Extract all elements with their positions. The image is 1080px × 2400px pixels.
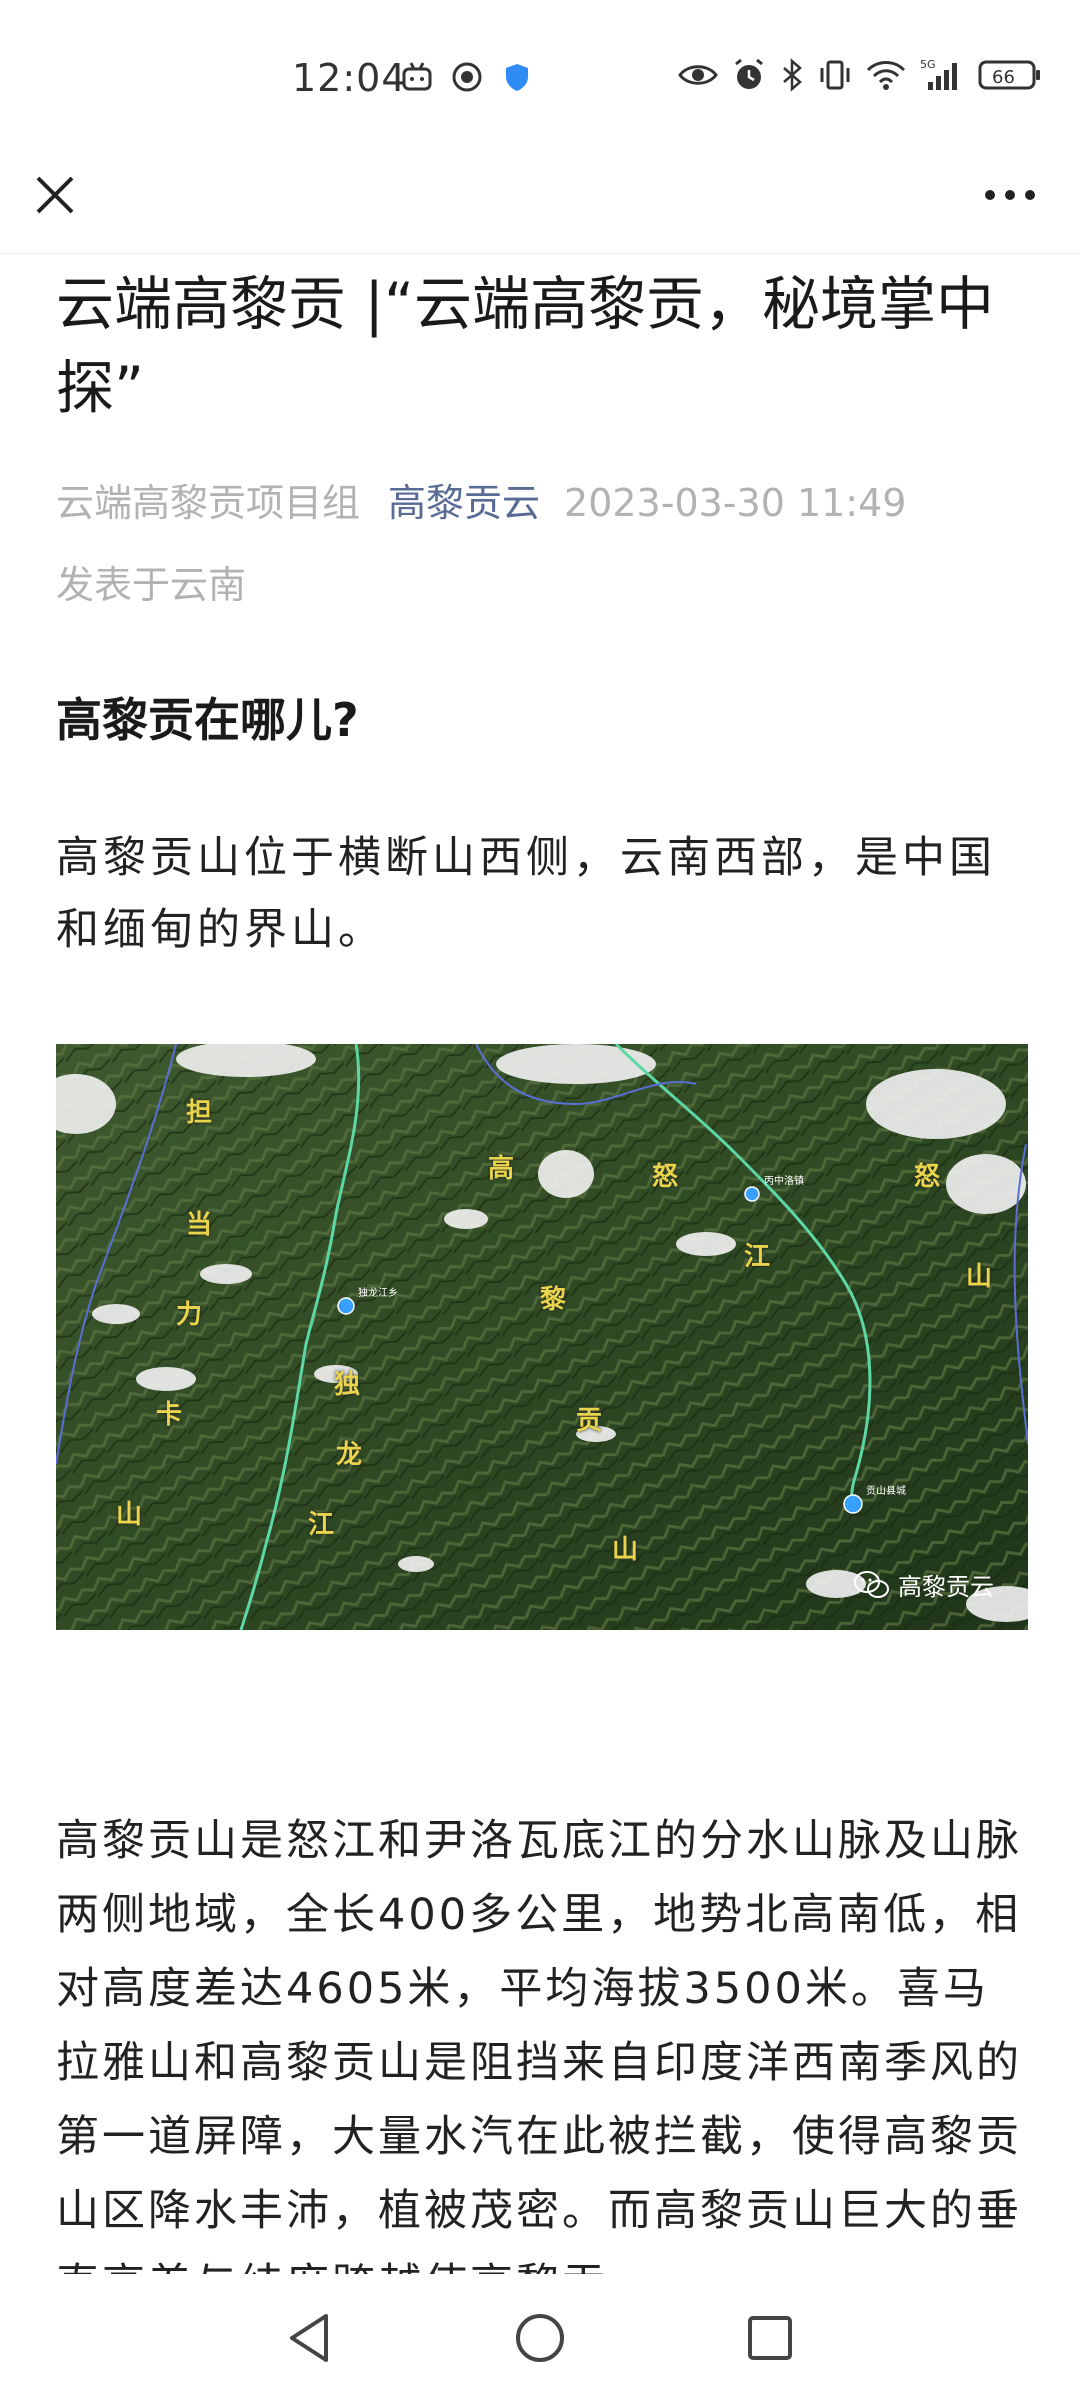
back-triangle-icon[interactable] [282,2310,338,2366]
map-label: 当 [186,1210,213,1240]
home-circle-icon[interactable] [512,2310,568,2366]
article-meta: 云端高黎贡项目组 高黎贡云 2023-03-30 11:49 发表于云南 [56,462,1046,626]
more-icon[interactable] [980,180,1040,210]
bluetooth-icon [783,58,802,92]
record-icon [452,62,482,92]
terrain-map-image[interactable]: 担 当 力 卡 山 独 龙 江 高 黎 贡 山 怒 江 怒 山 独龙江乡 丙中洛… [56,1044,1028,1630]
article-content: 云端高黎贡 |“云端高黎贡，秘境掌中探” 云端高黎贡项目组 高黎贡云 2023-03… [0,254,1080,2274]
alarm-icon [735,58,763,89]
map-label: 山 [116,1500,143,1530]
map-label: 怒 [652,1162,679,1192]
map-label: 江 [308,1510,335,1540]
place-label: 独龙江乡 [358,1288,398,1299]
bilibili-icon [402,62,432,91]
map-label: 黎 [540,1285,567,1315]
map-label: 贡 [576,1406,603,1436]
map-label: 山 [966,1262,993,1292]
map-label: 怒 [914,1162,941,1192]
map-label: 力 [176,1300,203,1330]
map-label: 龙 [336,1440,363,1470]
status-right-icons: 5G 66 [678,58,1042,92]
status-time: 12:04 [292,56,407,100]
svg-text:5G: 5G [920,58,936,71]
wifi-icon [866,61,906,90]
battery-level: 66 [992,67,1015,88]
recents-square-icon[interactable] [742,2310,798,2366]
map-label: 独 [334,1370,361,1400]
map-label: 高 [488,1154,515,1184]
battery-icon: 66 [978,60,1040,90]
account-link[interactable]: 高黎贡云 [388,481,540,525]
article-title: 云端高黎贡 |“云端高黎贡，秘境掌中探” [56,270,995,422]
vibrate-icon [820,60,850,90]
close-icon[interactable] [30,170,80,220]
place-label: 丙中洛镇 [764,1176,804,1187]
paragraph: 高黎贡山是怒江和尹洛瓦底江的分水山脉及山脉两侧地域，全长400多公里，地势北高南… [56,1816,1022,2274]
map-label: 担 [186,1098,213,1128]
section-heading: 高黎贡在哪儿? [56,693,359,747]
watermark: 高黎贡云 [854,1567,994,1602]
watermark-text: 高黎贡云 [898,1573,994,1601]
article-author: 云端高黎贡项目组 [56,481,361,525]
article-datetime: 2023-03-30 11:49 [564,481,907,525]
signal-5g-icon: 5G [920,58,957,90]
nav-bar [0,150,1080,254]
status-left-icons [400,60,534,94]
map-label: 卡 [156,1400,183,1430]
status-bar: 12:04 5G 66 [0,0,1080,150]
map-label: 江 [744,1242,771,1272]
article-location: 发表于云南 [56,563,247,607]
wechat-icon [854,1570,889,1598]
system-nav-bar [0,2274,1080,2400]
eye-icon [678,65,718,85]
place-label: 贡山县城 [866,1486,906,1497]
map-label: 山 [612,1535,639,1565]
paragraph: 高黎贡山位于横断山西侧，云南西部，是中国和缅甸的界山。 [56,833,996,955]
terrain-map-graphic [56,1044,1028,1630]
shield-icon [506,64,528,91]
